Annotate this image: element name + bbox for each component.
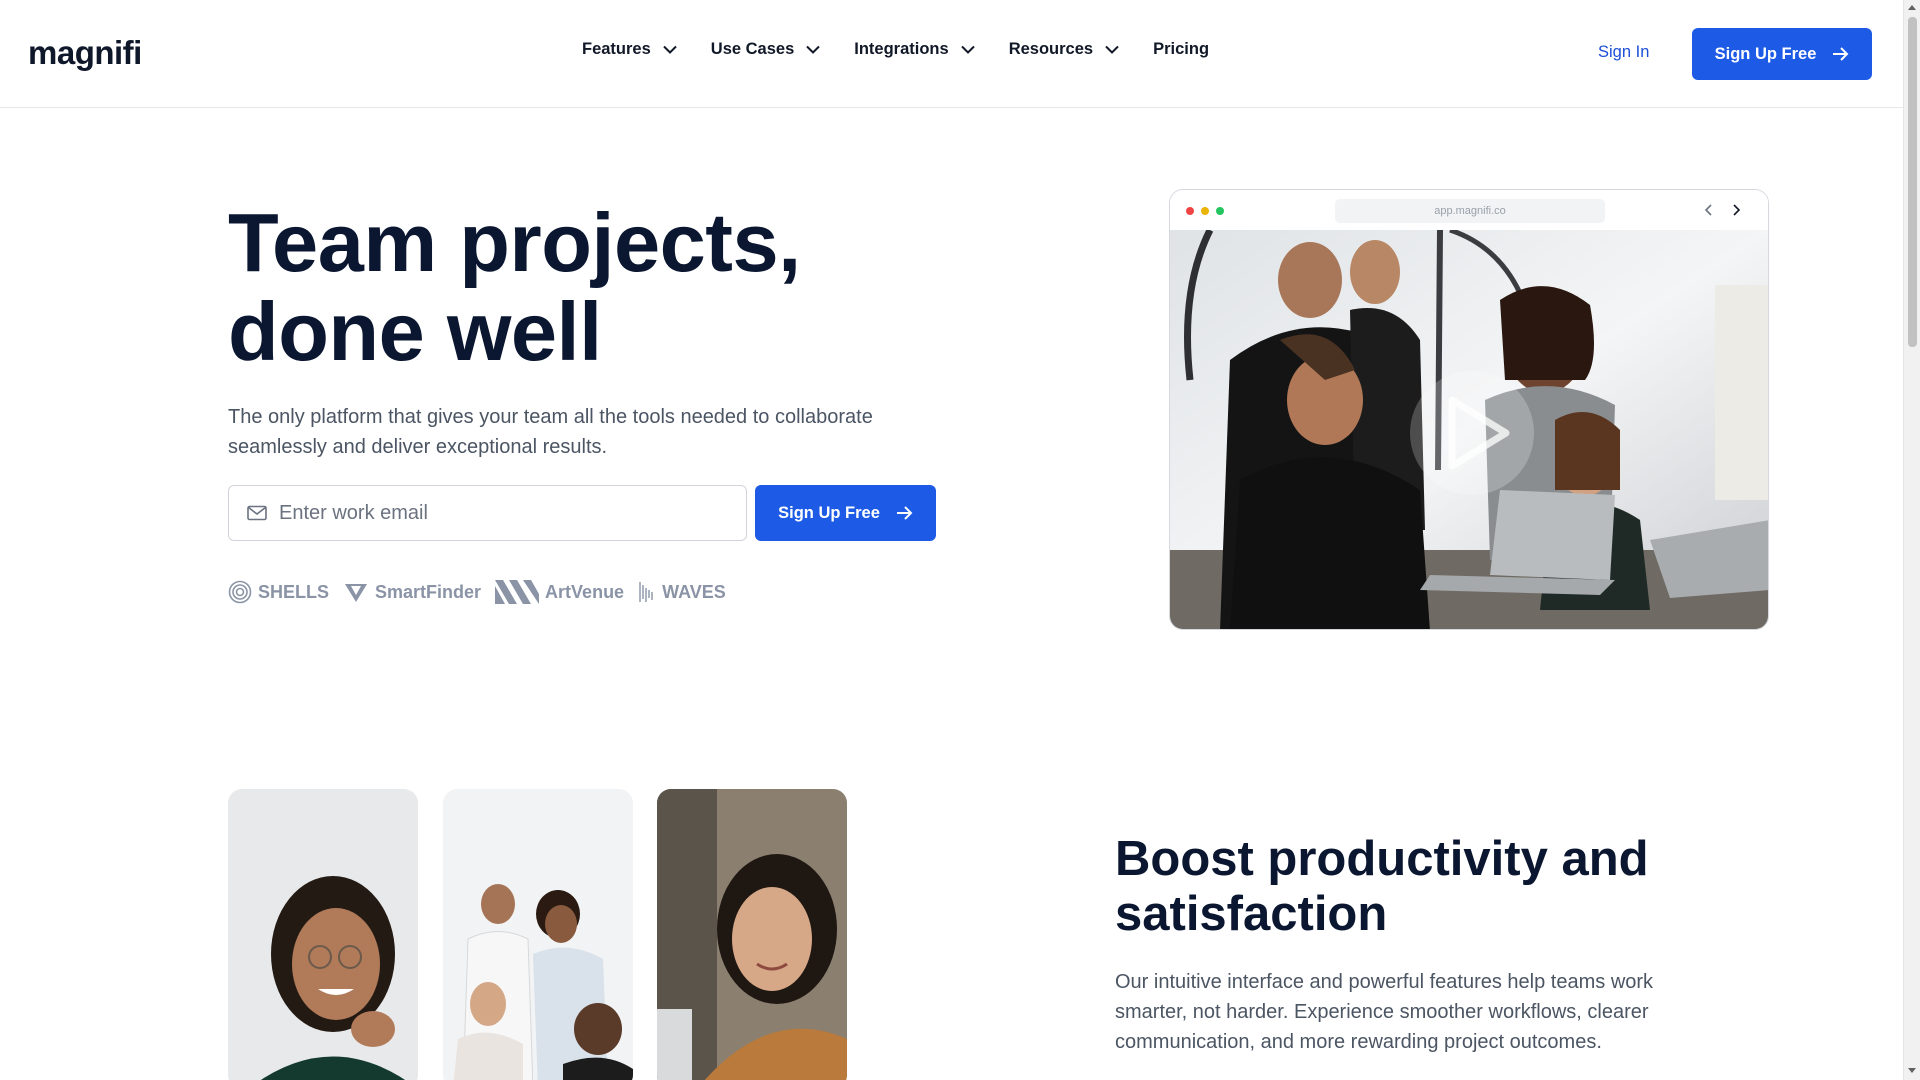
team-photo-card-2: [443, 789, 633, 1080]
nav-integrations-label: Integrations: [854, 40, 949, 58]
nav-resources[interactable]: Resources: [1009, 40, 1119, 59]
shells-logo-icon: [228, 580, 252, 604]
nav-features-label: Features: [582, 40, 651, 58]
nav-use-cases-label: Use Cases: [710, 40, 795, 58]
nav-features[interactable]: Features: [582, 40, 677, 59]
brand-waves: WAVES: [638, 580, 726, 604]
chevron-down-icon: [1105, 45, 1119, 54]
hero-sign-up-label: Sign Up Free: [778, 503, 880, 522]
logo[interactable]: magnifi: [28, 34, 142, 72]
sign-in-link[interactable]: Sign In: [1598, 43, 1649, 62]
nav-resources-label: Resources: [1008, 40, 1094, 58]
brand-waves-label: WAVES: [662, 581, 726, 602]
window-close-dot: [1186, 207, 1194, 215]
arrow-right-icon: [1833, 47, 1849, 61]
brand-artvenue: ArtVenue: [495, 580, 624, 604]
brand-smartfinder: SmartFinder: [343, 580, 481, 604]
arrow-right-icon: [896, 506, 913, 520]
scroll-down-arrow-icon[interactable]: [1908, 1068, 1916, 1073]
chevron-down-icon: [960, 45, 975, 54]
nav-use-cases[interactable]: Use Cases: [711, 40, 820, 59]
section-title: Boost productivity and satisfaction: [1115, 832, 1649, 941]
hero-title-line2: done well: [228, 285, 602, 378]
email-field[interactable]: [279, 501, 739, 525]
nav-pricing-label: Pricing: [1153, 40, 1210, 58]
header-sign-up-label: Sign Up Free: [1714, 44, 1817, 63]
page-scrollbar[interactable]: [1903, 0, 1920, 1080]
email-field-container[interactable]: [228, 485, 747, 541]
browser-toolbar: app.magnifi.co: [1170, 190, 1768, 230]
window-maximize-dot: [1216, 207, 1224, 215]
chevron-left-icon: [1704, 204, 1712, 216]
header-sign-up-button[interactable]: Sign Up Free: [1692, 28, 1872, 80]
brand-smartfinder-label: SmartFinder: [375, 581, 482, 602]
main-nav: Features Use Cases Integrations Resource…: [582, 40, 1209, 59]
app-preview-window: app.magnifi.co: [1169, 189, 1769, 630]
team-photo-card-1: [228, 789, 418, 1080]
hero-title-line1: Team projects,: [228, 196, 801, 289]
smartfinder-logo-icon: [345, 584, 368, 602]
artvenue-logo-icon: [495, 580, 540, 604]
window-minimize-dot: [1201, 207, 1209, 215]
address-bar: app.magnifi.co: [1335, 199, 1605, 223]
hero-sign-up-button[interactable]: Sign Up Free: [755, 485, 936, 541]
waves-logo-icon: [639, 582, 653, 602]
mail-icon: [247, 505, 267, 521]
hero-title: Team projects, done well: [228, 198, 928, 376]
team-photo-card-3: [657, 789, 847, 1080]
team-video-thumbnail[interactable]: [1170, 230, 1769, 630]
chevron-right-icon: [1733, 204, 1741, 216]
brand-shells: SHELLS: [228, 580, 329, 604]
scrollbar-thumb[interactable]: [1908, 17, 1917, 347]
hero-subtitle: The only platform that gives your team a…: [228, 406, 873, 458]
site-header: magnifi Features Use Cases Integrations …: [0, 0, 1903, 108]
nav-integrations[interactable]: Integrations: [854, 40, 975, 59]
brand-logos: SHELLS SmartFinder ArtVenue WAVES: [228, 580, 740, 604]
nav-pricing[interactable]: Pricing: [1153, 40, 1209, 59]
chevron-down-icon: [663, 45, 677, 54]
chevron-down-icon: [806, 45, 820, 54]
play-icon: [1410, 371, 1534, 495]
scroll-up-arrow-icon[interactable]: [1908, 5, 1916, 10]
section-text: Our intuitive interface and powerful fea…: [1115, 971, 1654, 1053]
brand-shells-label: SHELLS: [258, 581, 330, 602]
brand-artvenue-label: ArtVenue: [545, 581, 625, 602]
